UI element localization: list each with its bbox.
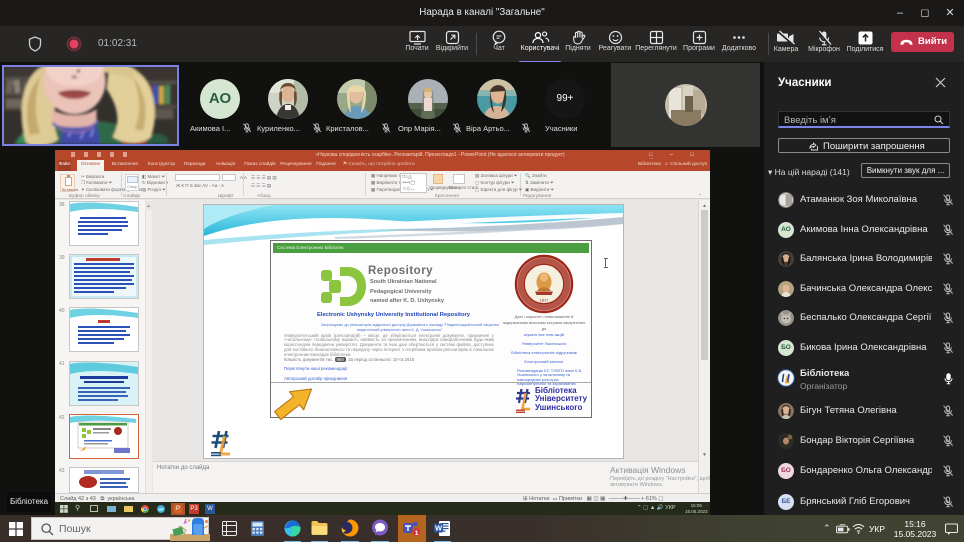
- svg-text:W: W: [435, 524, 443, 533]
- svg-text:1817: 1817: [540, 298, 548, 302]
- svg-text:1: 1: [415, 530, 419, 537]
